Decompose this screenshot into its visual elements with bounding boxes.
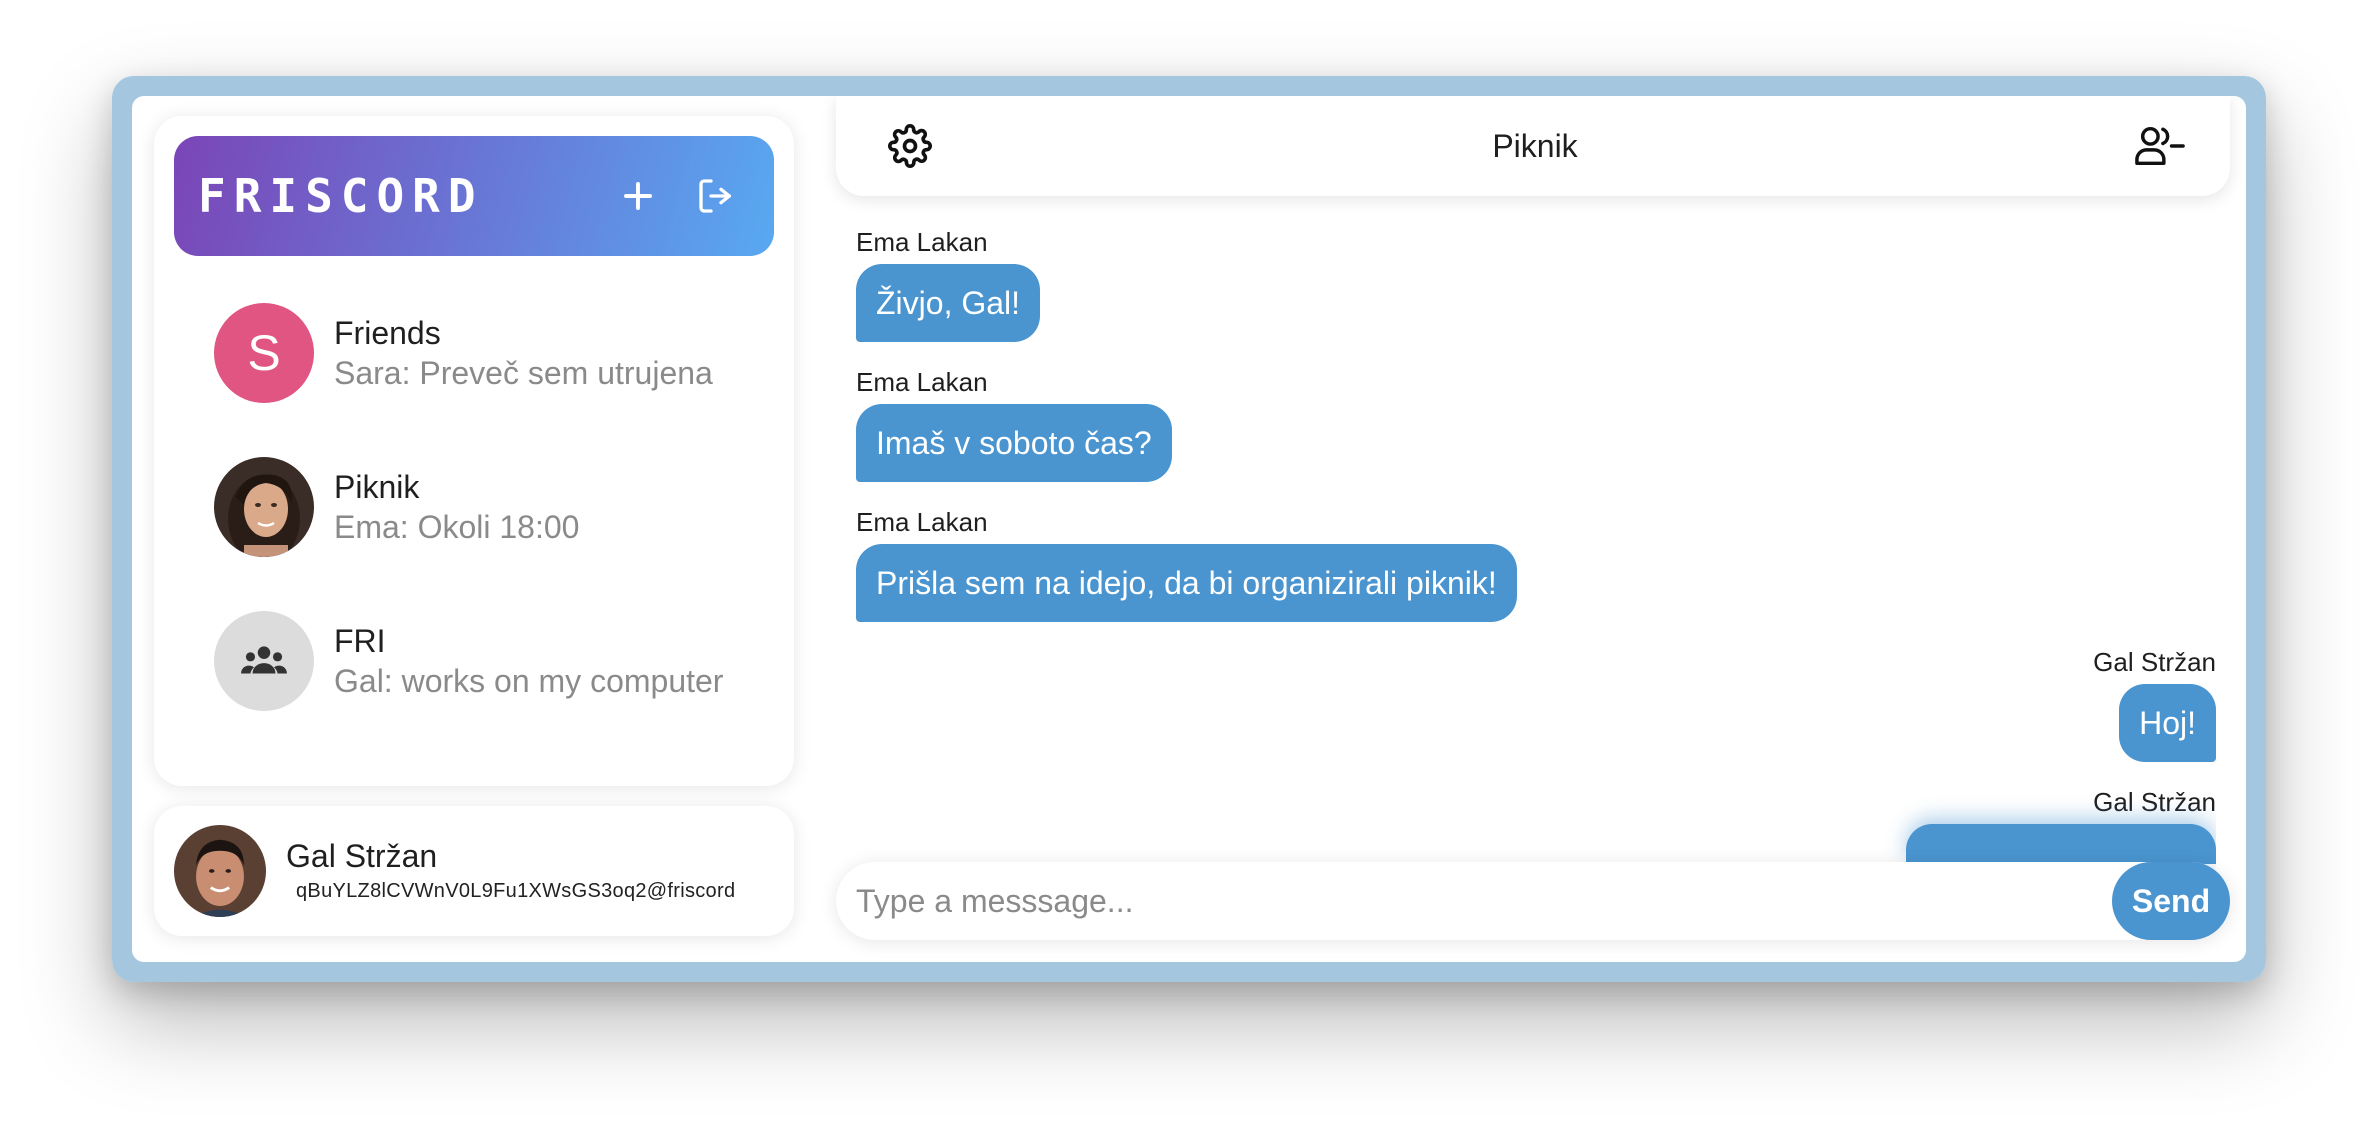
- message: Ema Lakan Živjo, Gal!: [856, 226, 1041, 342]
- message: Gal Stržan Hoj!: [2093, 646, 2216, 762]
- message-sender: Ema Lakan: [856, 507, 988, 537]
- logout-icon: [699, 179, 731, 213]
- user-minus-icon: [2135, 126, 2185, 166]
- message-bubble: [1906, 824, 2216, 864]
- new-chat-button[interactable]: [610, 168, 666, 224]
- chat-title: Piknik: [1492, 127, 1578, 164]
- gear-icon: [888, 124, 932, 168]
- chat-last-message: Gal: works on my computer: [334, 663, 724, 699]
- chat-last-message: Sara: Preveč sem utrujena: [334, 355, 713, 391]
- app-window-frame: FRISCORD S Friends Sara: Preveč sem utru…: [112, 76, 2266, 982]
- message: Ema Lakan Prišla sem na idejo, da bi org…: [856, 506, 1517, 622]
- chat-name: FRI: [334, 623, 386, 659]
- message-bubble: Hoj!: [2119, 684, 2216, 762]
- avatar: [214, 457, 314, 557]
- plus-icon: [624, 182, 652, 210]
- chat-list: S Friends Sara: Preveč sem utrujena Pikn…: [174, 276, 774, 738]
- chat-last-message: Ema: Okoli 18:00: [334, 509, 580, 545]
- chat-name: Piknik: [334, 469, 420, 505]
- profile-card: Gal Stržan qBuYLZ8lCVWnV0L9Fu1XWsGS3oq2@…: [154, 806, 794, 936]
- message: Gal Stržan: [1906, 786, 2216, 869]
- avatar: [174, 825, 266, 917]
- leave-chat-button[interactable]: [2130, 116, 2190, 176]
- avatar: [214, 611, 314, 711]
- message-input[interactable]: [836, 881, 2112, 921]
- profile-id: qBuYLZ8lCVWnV0L9Fu1XWsGS3oq2@friscord: [296, 880, 736, 902]
- message-composer: Send: [836, 862, 2230, 940]
- avatar: S: [214, 303, 314, 403]
- chat-item-piknik[interactable]: Piknik Ema: Okoli 18:00: [174, 430, 774, 584]
- app-window: FRISCORD S Friends Sara: Preveč sem utru…: [132, 96, 2246, 962]
- message-sender: Ema Lakan: [856, 227, 988, 257]
- profile-name: Gal Stržan: [286, 838, 438, 874]
- logout-button[interactable]: [688, 168, 744, 224]
- message: Ema Lakan Imaš v soboto čas?: [856, 366, 1172, 482]
- chat-header: Piknik: [836, 96, 2230, 196]
- chat-item-friends[interactable]: S Friends Sara: Preveč sem utrujena: [174, 276, 774, 430]
- sidebar: FRISCORD S Friends Sara: Preveč sem utru…: [154, 116, 794, 786]
- brand-logo: FRISCORD: [198, 169, 484, 223]
- message-sender: Ema Lakan: [856, 367, 988, 397]
- chat-item-fri[interactable]: FRI Gal: works on my computer: [174, 584, 774, 738]
- settings-button[interactable]: [880, 116, 940, 176]
- message-bubble: Prišla sem na idejo, da bi organizirali …: [856, 544, 1517, 622]
- group-icon: [241, 646, 287, 674]
- chat-name: Friends: [334, 315, 441, 351]
- message-list: Ema Lakan Živjo, Gal! Ema Lakan Imaš v s…: [856, 226, 2216, 956]
- send-button[interactable]: Send: [2112, 862, 2230, 940]
- message-sender: Gal Stržan: [2093, 787, 2216, 817]
- message-bubble: Imaš v soboto čas?: [856, 404, 1172, 482]
- message-sender: Gal Stržan: [2093, 647, 2216, 677]
- brand-header: FRISCORD: [174, 136, 774, 256]
- message-bubble: Živjo, Gal!: [856, 264, 1041, 342]
